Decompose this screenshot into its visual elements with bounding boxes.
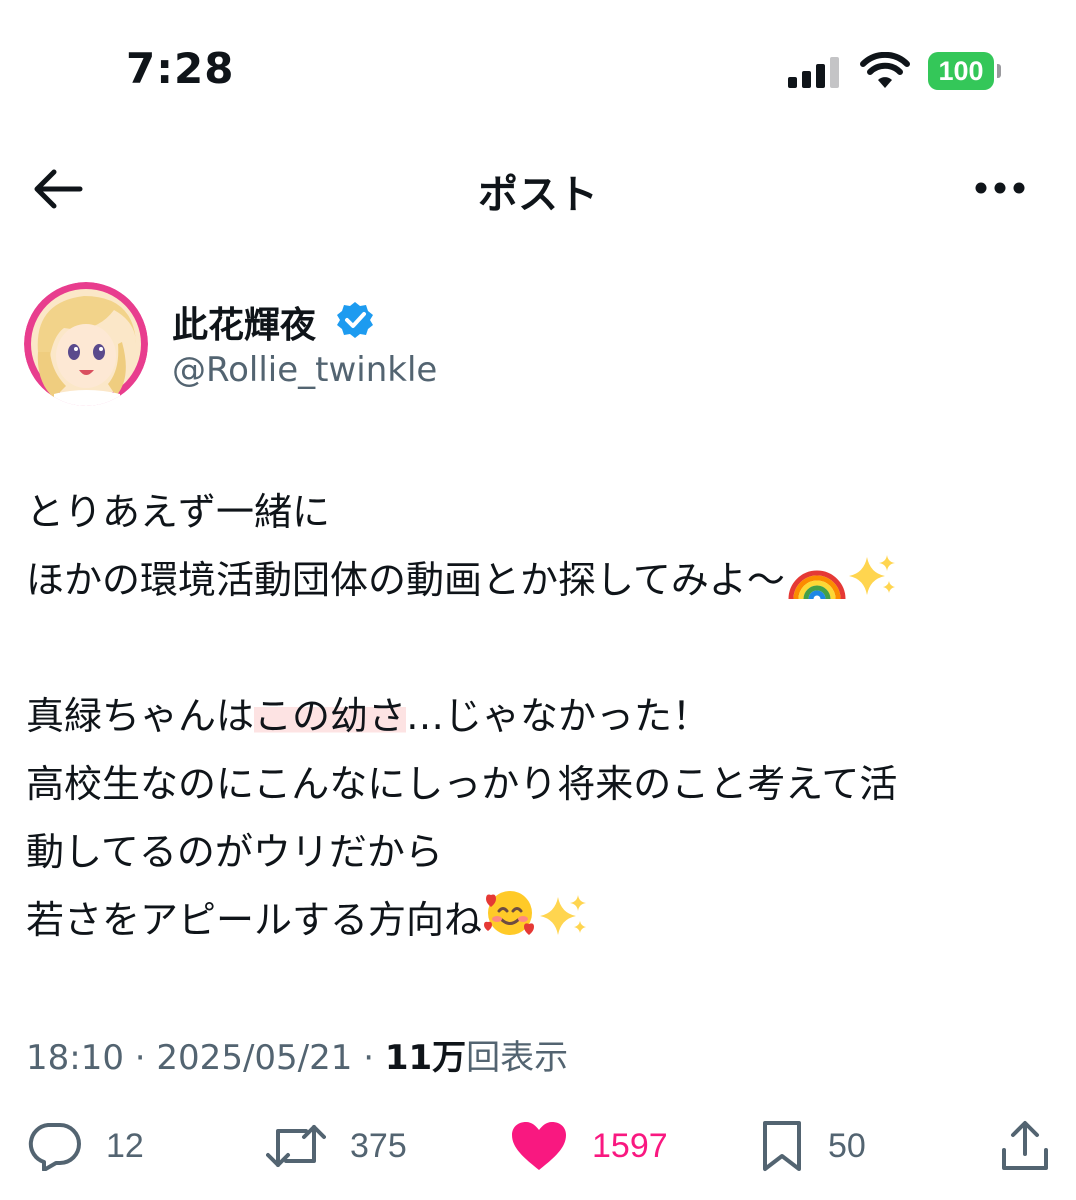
share-icon (1002, 1121, 1048, 1170)
like-button[interactable]: 1597 (510, 1120, 668, 1172)
rainbow-emoji-icon (785, 552, 847, 620)
avatar[interactable] (24, 282, 148, 406)
more-button[interactable] (970, 168, 1030, 208)
repost-button[interactable]: 375 (266, 1120, 407, 1172)
battery-level: 100 (928, 52, 994, 90)
view-label: 回表示 (466, 1038, 569, 1078)
more-horizontal-icon (975, 182, 1025, 194)
bookmark-count: 50 (828, 1126, 866, 1165)
tweet-line: 動してるのがウリだから (26, 830, 443, 874)
cellular-signal-icon (788, 56, 842, 88)
smiling-face-with-hearts-emoji-icon (482, 887, 538, 960)
verified-badge-icon (337, 302, 373, 338)
wifi-icon (860, 52, 910, 88)
tweet-line: ほかの環境活動団体の動画とか探してみよ〜 (26, 546, 1056, 614)
reply-button[interactable]: 12 (26, 1120, 144, 1172)
avatar-image (24, 282, 148, 406)
post-date: 2025/05/21 (156, 1038, 353, 1078)
tweet-line: とりあえず一緒に (26, 490, 331, 534)
repost-icon (266, 1125, 326, 1167)
tweet-line: 真緑ちゃんはこの幼さ…じゃなかった！ (26, 694, 711, 738)
reply-count: 12 (106, 1126, 144, 1165)
heart-filled-icon (512, 1122, 566, 1170)
sparkles-emoji-icon (538, 892, 590, 960)
page-title: ポスト (478, 172, 598, 218)
sparkles-emoji-icon (847, 552, 899, 620)
display-name[interactable]: 此花輝夜 (172, 296, 316, 348)
tweet-text: とりあえず一緒に ほかの環境活動団体の動画とか探してみよ〜 真緑ちゃんはこの幼さ… (26, 478, 1056, 954)
user-handle[interactable]: @Rollie_twinkle (172, 350, 437, 390)
battery-icon: 100 (928, 52, 1001, 90)
status-time: 7:28 (126, 44, 235, 93)
post-time: 18:10 (26, 1038, 124, 1078)
repost-count: 375 (350, 1126, 407, 1165)
highlighted-text: この幼さ (254, 694, 407, 738)
view-count[interactable]: 11万 (385, 1038, 466, 1078)
like-count: 1597 (592, 1126, 668, 1165)
share-button[interactable] (1000, 1120, 1050, 1172)
tweet-line: 若さをアピールする方向ね (26, 886, 1056, 954)
bookmark-icon (763, 1121, 801, 1171)
reply-icon (28, 1123, 81, 1171)
tweet-line: 高校生なのにこんなにしっかり将来のこと考えて活 (26, 762, 898, 806)
post-meta: 18:10 · 2025/05/21 · 11万回表示 (26, 1038, 569, 1078)
bookmark-button[interactable]: 50 (760, 1120, 866, 1172)
